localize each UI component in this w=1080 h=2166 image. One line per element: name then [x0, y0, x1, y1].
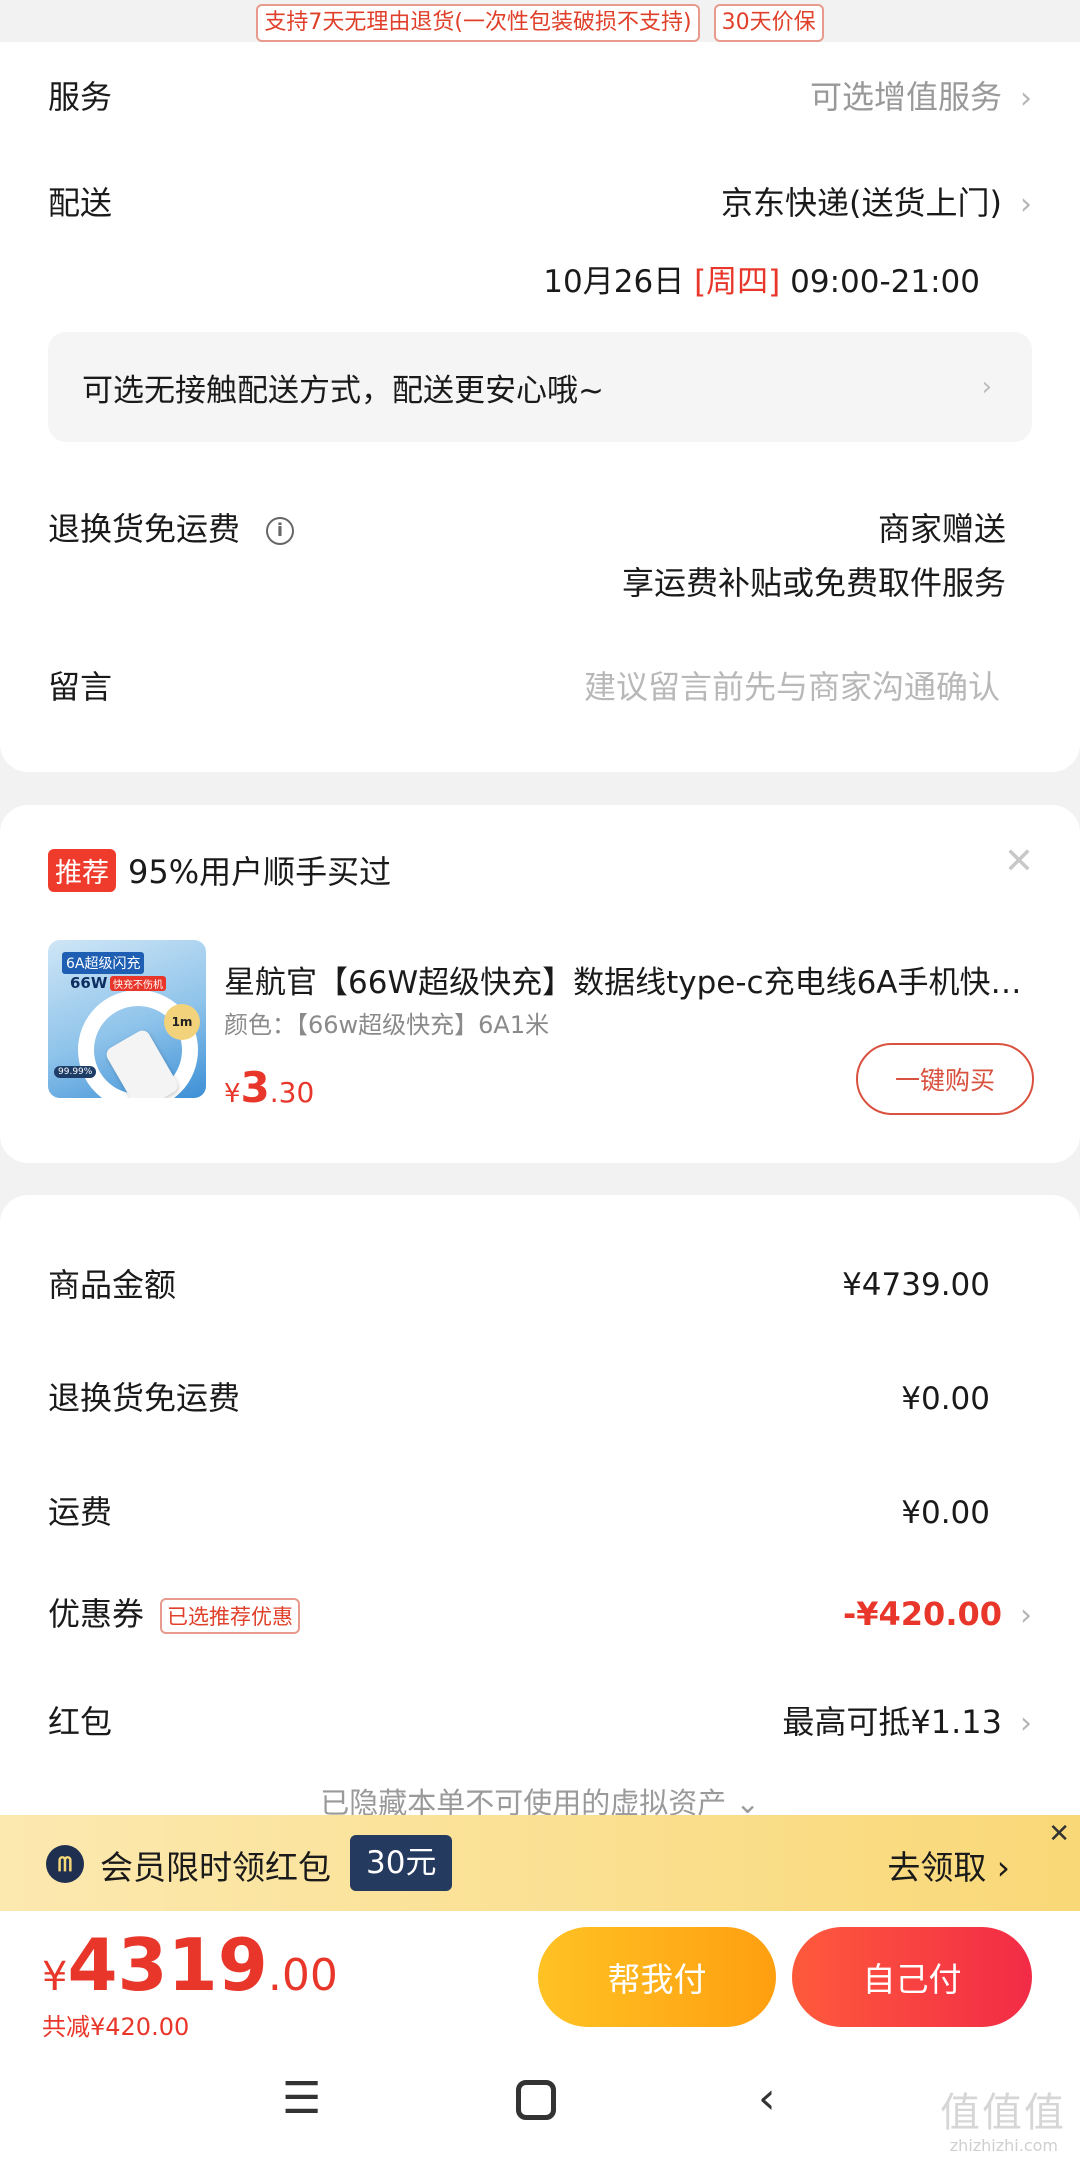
price-protect-tag: 30天价保 — [713, 4, 824, 42]
product-spec: 颜色：【66w超级快充】6A1米 — [224, 1011, 550, 1039]
info-icon[interactable]: i — [266, 517, 295, 545]
chevron-right-icon: › — [1020, 1706, 1032, 1741]
one-click-buy-button[interactable]: 一键购买 — [856, 1043, 1034, 1115]
message-input[interactable]: 建议留言前先与商家沟通确认 — [584, 662, 1000, 708]
home-icon[interactable] — [516, 2080, 556, 2120]
chevron-right-icon: › — [1020, 1598, 1032, 1633]
chevron-right-icon: › — [981, 372, 992, 402]
recommend-title: 95%用户顺手买过 — [128, 853, 392, 891]
delivery-date: 10月26日 — [543, 264, 685, 300]
return-shipping-value1: 商家赠送 — [877, 510, 1006, 548]
contactless-text: 可选无接触配送方式，配送更安心哦~ — [82, 372, 604, 409]
goods-amount-label: 商品金额 — [48, 1266, 177, 1304]
coupon-value: -¥420.00 — [842, 1595, 1002, 1633]
service-tags: 支持7天无理由退货(一次性包装破损不支持) 30天价保 — [0, 4, 1080, 42]
member-logo-icon: ᗰ — [46, 1845, 84, 1883]
price-summary-card: 商品金额 ¥4739.00 退换货免运费 ¥0.00 运费 ¥0.00 优惠券已… — [0, 1195, 1080, 1815]
chevron-right-icon: › — [1020, 81, 1032, 116]
return-freight-label: 退换货免运费 — [48, 1379, 241, 1417]
watermark: 值值值 — [940, 2090, 1066, 2136]
delivery-weekday: [周四] — [694, 264, 781, 300]
goods-amount-value: ¥4739.00 — [842, 1267, 990, 1303]
menu-icon[interactable]: ☰ — [282, 2073, 321, 2124]
service-value: 可选增值服务 — [809, 78, 1002, 116]
member-text: 会员限时领红包 — [100, 1848, 331, 1887]
recommend-badge: 推荐 — [48, 849, 116, 892]
contactless-delivery-option[interactable]: 可选无接触配送方式，配送更安心哦~ › — [48, 332, 1032, 442]
product-title[interactable]: 星航官【66W超级快充】数据线type-c充电线6A手机快充线 — [224, 957, 1024, 1002]
freight-value: ¥0.00 — [901, 1495, 990, 1531]
delivery-label: 配送 — [48, 184, 113, 222]
member-amount: 30元 — [350, 1835, 453, 1891]
close-icon[interactable]: ✕ — [1004, 841, 1034, 882]
return-shipping-label: 退换货免运费 — [48, 510, 241, 548]
return-freight-value: ¥0.00 — [901, 1381, 990, 1417]
red-packet-value: 最高可抵¥1.13 — [782, 1703, 1002, 1741]
product-image[interactable]: 6A超级闪充 66W 快充不伤机 1m 99.99% — [48, 940, 206, 1098]
member-redpacket-banner[interactable]: ᗰ 会员限时领红包 30元 去领取 › ✕ — [0, 1815, 1080, 1911]
close-icon[interactable]: ✕ — [1048, 1819, 1070, 1849]
message-label: 留言 — [48, 668, 113, 706]
delivery-time: 09:00-21:00 — [790, 264, 980, 300]
coupon-label: 优惠券 — [48, 1595, 145, 1633]
red-packet-label: 红包 — [48, 1703, 113, 1741]
total-price: ¥4319.00 — [42, 1923, 338, 2007]
return-shipping-value2: 享运费补贴或免费取件服务 — [621, 564, 1006, 602]
product-price: ¥3.30 — [224, 1063, 315, 1112]
help-me-pay-button[interactable]: 帮我付 — [538, 1927, 776, 2027]
recommendation-card: 推荐 95%用户顺手买过 ✕ 6A超级闪充 66W 快充不伤机 1m 99.99… — [0, 805, 1080, 1163]
back-icon[interactable]: ‹ — [758, 2073, 776, 2124]
freight-label: 运费 — [48, 1493, 113, 1531]
watermark-url: zhizhizhi.com — [949, 2136, 1058, 2155]
return-policy-tag: 支持7天无理由退货(一次性包装破损不支持) — [256, 4, 700, 42]
coupon-selected-tag: 已选推荐优惠 — [160, 1598, 301, 1634]
delivery-method: 京东快递(送货上门) — [721, 184, 1002, 222]
checkout-bar: ¥4319.00 共减¥420.00 帮我付 自己付 — [0, 1911, 1080, 2166]
order-info-card: 服务 可选增值服务 › 配送 京东快递(送货上门) › 10月26日 [周四] 09… — [0, 42, 1080, 772]
claim-button[interactable]: 去领取 › — [887, 1841, 1010, 1889]
service-label: 服务 — [48, 78, 113, 116]
chevron-right-icon: › — [1020, 187, 1032, 222]
pay-myself-button[interactable]: 自己付 — [792, 1927, 1032, 2027]
total-saving: 共减¥420.00 — [42, 2013, 190, 2041]
